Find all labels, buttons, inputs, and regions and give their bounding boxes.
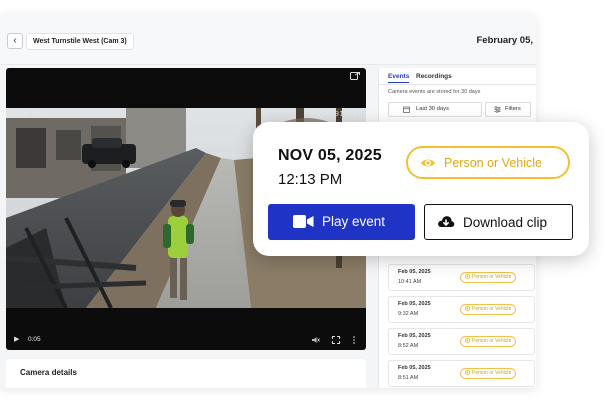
event-tag-label: Person or Vehicle [472, 370, 512, 376]
event-date: Feb 05, 2025 [398, 365, 431, 371]
date-range-button[interactable]: Last 30 days [388, 102, 482, 117]
list-item[interactable]: Feb 05, 2025 8:52 AM Person or Vehicle [388, 328, 535, 355]
event-tag: Person or Vehicle [460, 336, 517, 347]
event-date-large: NOV 05, 2025 [278, 147, 382, 164]
event-time: 8:52 AM [398, 343, 419, 349]
event-date: Feb 05, 2025 [398, 269, 431, 275]
player-controls: ▶ 0:05 [6, 330, 366, 350]
filters-button[interactable]: Filters [485, 102, 531, 117]
eye-icon [465, 369, 470, 375]
playback-time: 0:05 [28, 336, 41, 343]
back-button[interactable]: ‹ [7, 33, 23, 49]
play-icon[interactable]: ▶ [14, 335, 19, 345]
list-item[interactable]: Feb 05, 2025 10:41 AM Person or Vehicle [388, 264, 535, 291]
download-clip-label: Download clip [463, 215, 548, 230]
filter-icon [494, 106, 501, 113]
list-item[interactable]: Feb 05, 2025 8:51 AM Person or Vehicle [388, 360, 535, 387]
camera-details-card: Camera details [6, 359, 366, 388]
play-event-button[interactable]: Play event [268, 204, 415, 240]
tab-divider [379, 84, 536, 85]
list-item[interactable]: Feb 05, 2025 9:32 AM Person or Vehicle [388, 296, 535, 323]
eye-icon [465, 273, 470, 279]
camera-details-title: Camera details [20, 368, 77, 377]
play-event-label: Play event [322, 214, 386, 229]
filters-label: Filters [505, 106, 521, 112]
event-time-large: 12:13 PM [278, 171, 343, 188]
volume-icon[interactable] [312, 336, 320, 344]
event-time: 10:41 AM [398, 279, 422, 285]
tab-recordings[interactable]: Recordings [416, 73, 452, 80]
top-bar: ‹ West Turnstile West (Cam 3) February 0… [0, 14, 536, 65]
more-icon[interactable] [352, 336, 356, 344]
expand-icon[interactable] [332, 336, 340, 344]
event-date: Feb 05, 2025 [398, 301, 431, 307]
osd-timestamp-label: 2025-02 [9, 110, 43, 118]
event-popup-card: NOV 05, 2025 12:13 PM Person or Vehicle … [253, 122, 589, 256]
download-clip-button[interactable]: Download clip [424, 204, 573, 240]
retention-note: Camera events are stored for 30 days [388, 89, 481, 95]
chevron-left-icon: ‹ [13, 35, 17, 46]
header-date: February 05, [476, 35, 534, 46]
event-time: 8:51 AM [398, 375, 419, 381]
detection-tag: Person or Vehicle [406, 146, 570, 179]
eye-icon [421, 159, 435, 167]
camera-title: West Turnstile West (Cam 3) [26, 33, 134, 50]
eye-icon [465, 337, 470, 343]
calendar-icon [403, 106, 410, 113]
event-date: Feb 05, 2025 [398, 333, 431, 339]
date-range-label: Last 30 days [416, 106, 449, 112]
event-tag-label: Person or Vehicle [472, 338, 512, 344]
event-tag-label: Person or Vehicle [472, 274, 512, 280]
event-tag-label: Person or Vehicle [472, 306, 512, 312]
detection-tag-label: Person or Vehicle [444, 156, 542, 170]
event-tag: Person or Vehicle [460, 272, 517, 283]
osd-device-id: 88A4F9144E6 [311, 110, 363, 118]
tab-events[interactable]: Events [388, 73, 410, 83]
event-time: 9:32 AM [398, 311, 419, 317]
cloud-download-icon [438, 216, 455, 227]
fullscreen-icon[interactable] [350, 72, 360, 80]
event-tag: Person or Vehicle [460, 368, 517, 379]
eye-icon [465, 305, 470, 311]
event-tag: Person or Vehicle [460, 304, 517, 315]
video-camera-icon [293, 215, 314, 228]
